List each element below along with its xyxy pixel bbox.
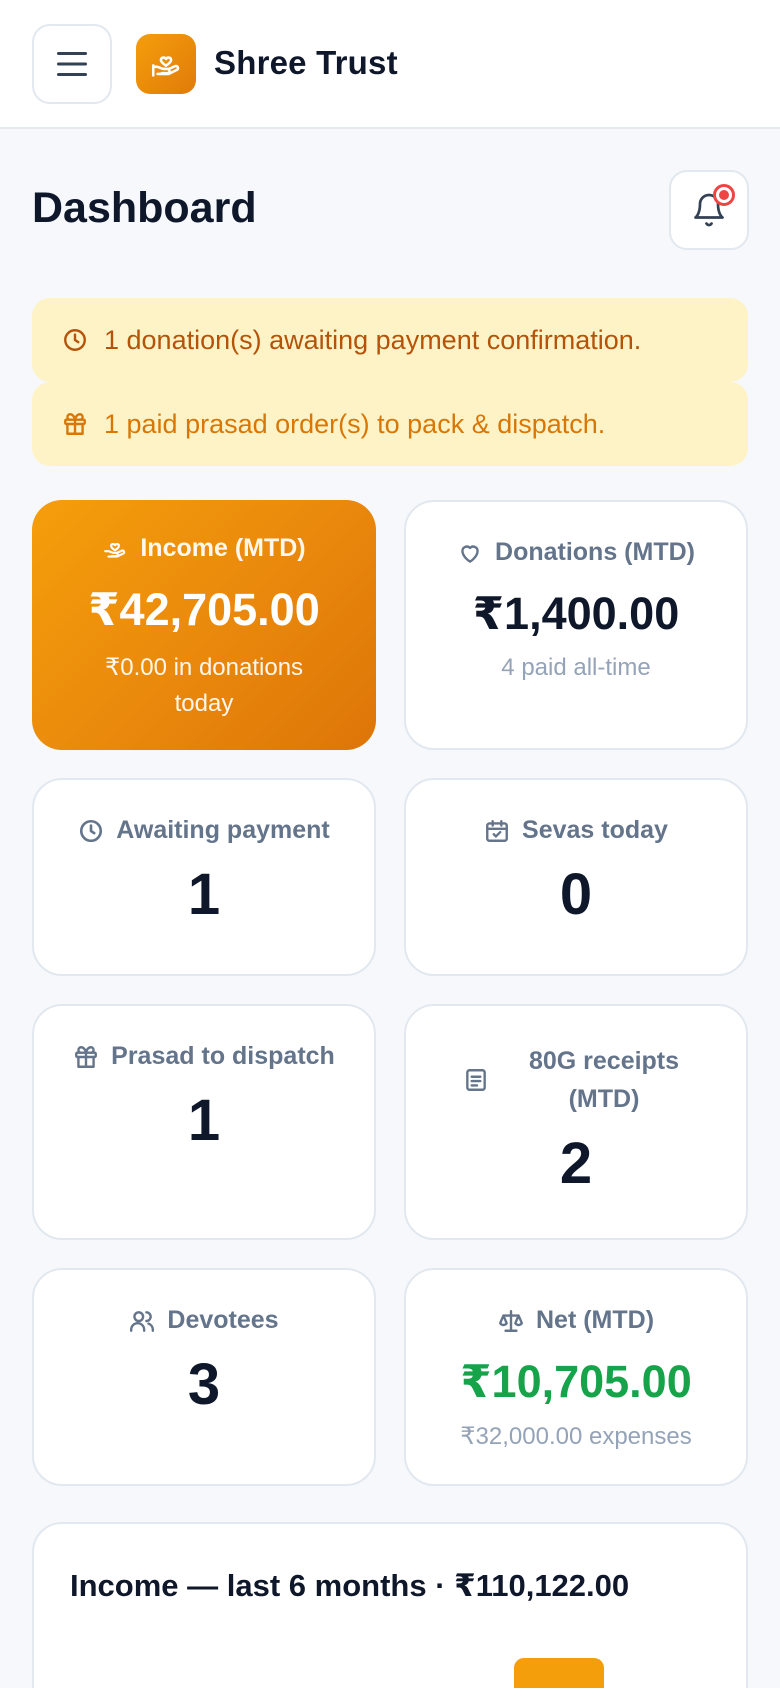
chart-title: Income — last 6 months · ₹110,122.00 xyxy=(70,1568,630,1603)
scale-icon xyxy=(498,1308,524,1334)
net-sub: ₹32,000.00 expenses xyxy=(460,1423,692,1450)
alert-text: 1 paid prasad order(s) to pack & dispatc… xyxy=(104,408,606,439)
gift-icon xyxy=(73,1044,99,1070)
income-sub: ₹0.00 in donations today xyxy=(104,654,304,717)
awaiting-payment-card[interactable]: Awaiting payment 1 xyxy=(32,778,376,976)
notification-dot xyxy=(713,184,735,206)
chart-bar xyxy=(514,1658,604,1688)
clock-icon xyxy=(78,818,104,844)
notifications-button[interactable] xyxy=(669,170,749,250)
hand-heart-icon xyxy=(102,536,128,562)
prasad-value: 1 xyxy=(187,1088,221,1153)
alert-text: 1 donation(s) awaiting payment confirmat… xyxy=(104,324,642,355)
card-label: Awaiting payment xyxy=(78,816,330,845)
net-value: ₹10,705.00 xyxy=(460,1356,692,1407)
app-logo xyxy=(136,34,196,94)
alert-awaiting-payment[interactable]: 1 donation(s) awaiting payment confirmat… xyxy=(32,298,748,382)
devotees-value: 3 xyxy=(187,1352,221,1417)
sevas-today-card[interactable]: Sevas today 0 xyxy=(404,778,748,976)
clock-icon xyxy=(62,327,88,353)
devotees-card[interactable]: Devotees 3 xyxy=(32,1268,376,1486)
menu-button[interactable] xyxy=(32,24,112,104)
card-label: Devotees xyxy=(129,1306,279,1335)
gift-icon xyxy=(62,411,88,437)
income-chart-card: Income — last 6 months · ₹110,122.00 xyxy=(32,1522,748,1688)
users-icon xyxy=(129,1308,155,1334)
awaiting-value: 1 xyxy=(187,862,221,927)
sevas-value: 0 xyxy=(559,862,593,927)
card-label: Net (MTD) xyxy=(498,1306,654,1335)
card-label: Sevas today xyxy=(484,816,668,845)
card-label: Prasad to dispatch xyxy=(73,1042,335,1071)
donations-sub: 4 paid all-time xyxy=(501,654,651,681)
card-label: Income (MTD) xyxy=(102,534,306,563)
calendar-icon xyxy=(484,818,510,844)
card-label: 80G receipts (MTD) xyxy=(463,1042,689,1118)
net-card[interactable]: Net (MTD) ₹10,705.00 ₹32,000.00 expenses xyxy=(404,1268,748,1486)
receipt-icon xyxy=(463,1067,489,1093)
prasad-dispatch-card[interactable]: Prasad to dispatch 1 xyxy=(32,1004,376,1240)
donations-value: ₹1,400.00 xyxy=(472,588,680,639)
alert-prasad-dispatch[interactable]: 1 paid prasad order(s) to pack & dispatc… xyxy=(32,382,748,466)
receipts-value: 2 xyxy=(559,1131,593,1196)
income-card[interactable]: Income (MTD) ₹42,705.00 ₹0.00 in donatio… xyxy=(32,500,376,750)
page-title: Dashboard xyxy=(32,184,257,232)
income-value: ₹42,705.00 xyxy=(88,584,320,635)
hamburger-icon xyxy=(57,52,87,76)
card-label: Donations (MTD) xyxy=(457,538,695,567)
receipts-80g-card[interactable]: 80G receipts (MTD) 2 xyxy=(404,1004,748,1240)
top-bar: Shree Trust xyxy=(0,0,780,129)
heart-icon xyxy=(457,540,483,566)
app-name: Shree Trust xyxy=(214,44,398,81)
donations-card[interactable]: Donations (MTD) ₹1,400.00 4 paid all-tim… xyxy=(404,500,748,750)
hand-heart-icon xyxy=(151,56,180,77)
